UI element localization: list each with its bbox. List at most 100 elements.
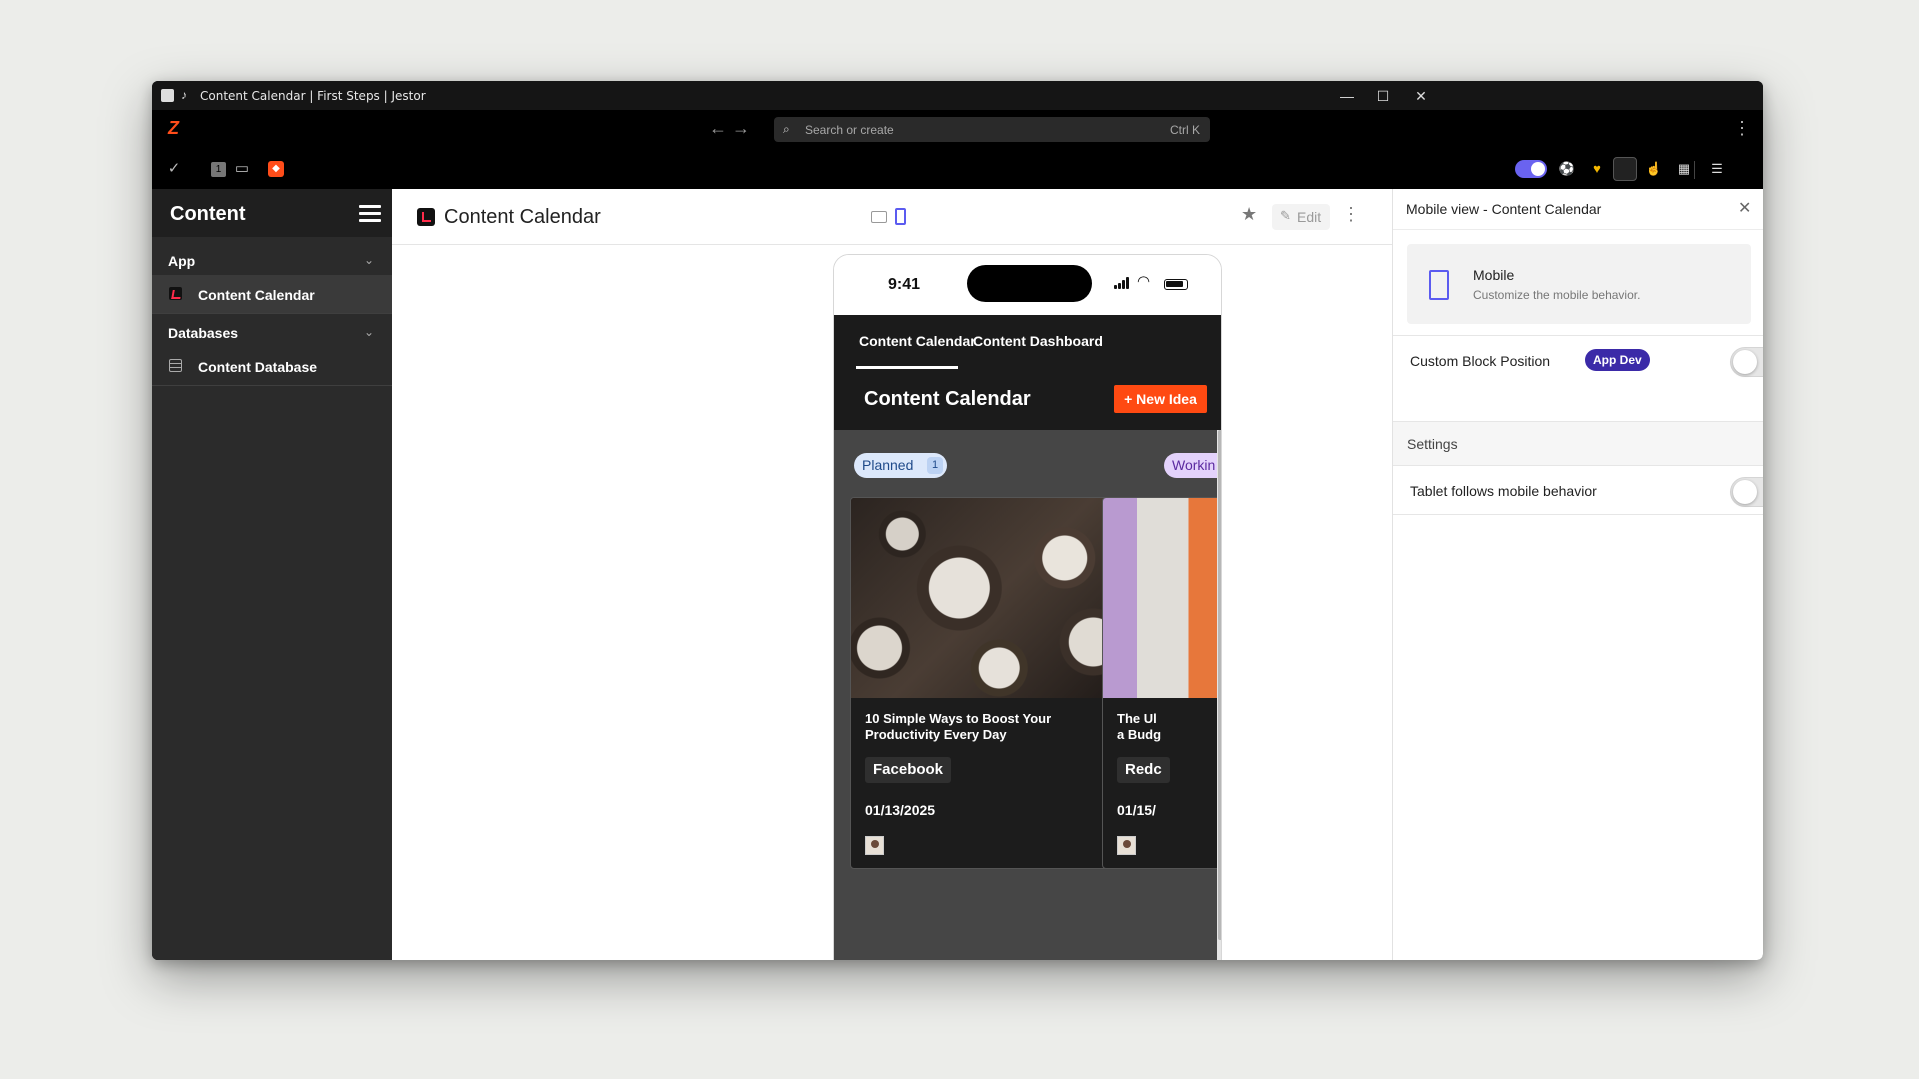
search-shortcut: Ctrl K: [1170, 123, 1200, 137]
sidebar-item-label: Content Database: [198, 359, 318, 375]
mobile-behavior-card[interactable]: Mobile Customize the mobile behavior.: [1407, 244, 1751, 324]
title-bar: ♪ Content Calendar | First Steps | Jesto…: [152, 81, 1763, 110]
tasks-check-icon[interactable]: ✓: [164, 159, 184, 179]
avatar: [865, 836, 884, 855]
signal-icon: [1114, 277, 1132, 289]
notifications-count-icon[interactable]: 1: [211, 162, 226, 177]
minimize-button[interactable]: —: [1327, 85, 1367, 107]
app-shortcut-icon[interactable]: ◆: [268, 161, 284, 177]
dynamic-island: [967, 265, 1092, 302]
column-name: Workin: [1172, 457, 1216, 473]
mobile-card-subtitle: Customize the mobile behavior.: [1473, 288, 1641, 302]
sidebar-divider: [152, 313, 392, 314]
chat-icon[interactable]: ▭: [232, 159, 252, 179]
sidebar-item-content-calendar[interactable]: Content Calendar: [152, 275, 392, 313]
browser-nav-bar: Z ← → ⌕ Search or create Ctrl K ⋮: [152, 110, 1763, 150]
back-arrow-icon[interactable]: ←: [709, 118, 727, 139]
jestor-logo-icon[interactable]: Z: [168, 118, 179, 139]
active-tab-indicator: [856, 366, 958, 369]
soccer-ball-icon[interactable]: ⚽: [1557, 159, 1577, 179]
column-label-planned: Planned 1: [854, 453, 947, 478]
forward-arrow-icon[interactable]: →: [732, 118, 750, 139]
card-date: 01/13/2025: [865, 802, 936, 818]
custom-block-label: Custom Block Position: [1410, 353, 1551, 369]
kanban-card[interactable]: 10 Simple Ways to Boost Your Productivit…: [850, 497, 1137, 869]
battery-icon: [1164, 279, 1188, 290]
custom-block-toggle[interactable]: [1730, 347, 1763, 377]
desktop-view-icon[interactable]: [871, 211, 887, 223]
heart-badge-icon[interactable]: ♥: [1587, 159, 1607, 179]
card-title: 10 Simple Ways to Boost Your Productivit…: [865, 711, 1052, 742]
app-icon: [161, 89, 174, 102]
new-idea-button[interactable]: + New Idea: [1114, 385, 1207, 413]
card-date: 01/15/: [1117, 802, 1156, 818]
tab-content-dashboard[interactable]: Content Dashboard: [973, 333, 1103, 349]
custom-block-position-row: Custom Block Position App Dev: [1393, 335, 1763, 385]
phone-page-title: Content Calendar: [864, 388, 1031, 410]
mode-toggle[interactable]: [1515, 160, 1547, 178]
tablet-behavior-row: Tablet follows mobile behavior: [1393, 465, 1763, 515]
mobile-view-icon[interactable]: [895, 208, 906, 225]
sidebar: Content App ⌄ Content Calendar Databases…: [152, 189, 392, 960]
toolbar-divider: [1694, 161, 1695, 179]
chevron-down-icon[interactable]: ⌄: [364, 253, 374, 267]
edit-button[interactable]: ✎ Edit: [1272, 204, 1330, 230]
phone-app-header: Content Calendar Content Dashboard Conte…: [834, 315, 1221, 430]
database-table-icon: [169, 359, 182, 372]
phone-scrollbar[interactable]: [1217, 430, 1221, 960]
kanban-board: Planned 1 Workin 10 Simple Ways to Boost…: [834, 430, 1221, 960]
column-label-working: Workin: [1164, 453, 1221, 478]
maximize-button[interactable]: ☐: [1363, 85, 1403, 107]
more-options-icon[interactable]: ⋮: [1342, 204, 1360, 225]
wifi-icon: ◠: [1137, 273, 1151, 290]
page-title: Content Calendar: [444, 206, 601, 228]
card-tag: Facebook: [865, 757, 952, 783]
tab-content-calendar[interactable]: Content Calendar: [859, 333, 976, 349]
panel-divider: [1393, 229, 1763, 230]
star-icon[interactable]: ★: [1241, 204, 1257, 225]
app-dev-badge: App Dev: [1585, 349, 1650, 371]
search-input[interactable]: ⌕ Search or create Ctrl K: [774, 117, 1210, 142]
top-toolbar: ✓ 1 ▭ ◆ ⚽ ♥ ☝ ▦ ☰: [152, 150, 1763, 189]
search-placeholder: Search or create: [805, 123, 894, 137]
mobile-device-icon: [1429, 270, 1449, 300]
sidebar-item-label: Content Calendar: [198, 287, 315, 303]
window-title: Content Calendar | First Steps | Jestor: [200, 89, 426, 103]
list-menu-icon[interactable]: ☰: [1707, 159, 1727, 179]
browser-menu-icon[interactable]: ⋮: [1733, 118, 1751, 139]
edit-label: Edit: [1297, 209, 1322, 225]
close-icon[interactable]: ✕: [1738, 198, 1751, 218]
phone-time: 9:41: [888, 276, 921, 293]
mobile-card-title: Mobile: [1473, 267, 1515, 283]
tablet-behavior-toggle[interactable]: [1730, 477, 1763, 507]
search-icon: ⌕: [783, 122, 790, 136]
avatar: [1117, 836, 1136, 855]
card-image: [1103, 498, 1221, 698]
hand-icon[interactable]: ☝: [1644, 159, 1664, 179]
pencil-icon: ✎: [1280, 208, 1291, 223]
sidebar-header: Content: [152, 189, 392, 237]
kanban-card[interactable]: The Ul a Budg Redc 01/15/: [1102, 497, 1221, 869]
settings-label: Settings: [1407, 436, 1458, 452]
calendar-app-icon: [169, 287, 182, 300]
panel-title: Mobile view - Content Calendar: [1406, 201, 1602, 217]
chevron-down-icon[interactable]: ⌄: [364, 325, 374, 339]
main-content: Content Calendar ★ ✎ Edit ⋮ 9:41 ◠ Conte: [392, 189, 1513, 960]
sidebar-section-databases[interactable]: Databases: [168, 325, 238, 341]
mobile-preview: 9:41 ◠ Content Calendar Content Dashboar…: [833, 254, 1222, 960]
sidebar-section-app[interactable]: App: [168, 253, 195, 269]
card-image: [851, 498, 1136, 698]
mobile-view-panel: Mobile view - Content Calendar ✕ Mobile …: [1392, 189, 1763, 960]
calendar-app-icon: [417, 208, 435, 226]
page-header: Content Calendar ★ ✎ Edit ⋮: [392, 189, 1392, 245]
column-name: Planned: [862, 457, 914, 473]
sidebar-title: Content: [170, 203, 246, 225]
sidebar-item-content-database[interactable]: Content Database: [152, 347, 392, 385]
content-calendar-ext-icon[interactable]: [1613, 157, 1637, 181]
column-count: 1: [927, 457, 943, 474]
grid-icon[interactable]: ▦: [1674, 159, 1694, 179]
phone-status-bar: 9:41 ◠: [834, 255, 1221, 315]
hamburger-menu-icon[interactable]: [359, 205, 381, 223]
close-window-button[interactable]: ✕: [1401, 85, 1441, 107]
sidebar-divider: [152, 385, 392, 386]
